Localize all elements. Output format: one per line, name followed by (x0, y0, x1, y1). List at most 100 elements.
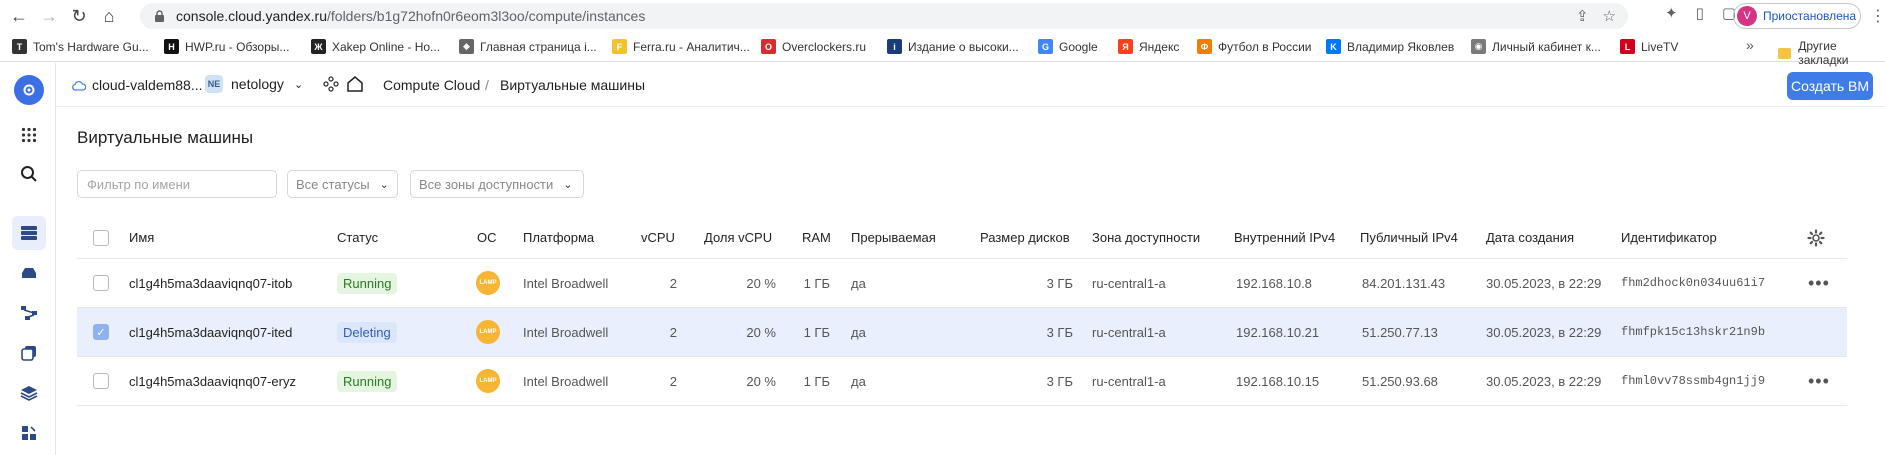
star-icon[interactable]: ☆ (1603, 7, 1616, 25)
vcpu-share-cell: 20 % (746, 275, 776, 291)
services-grid-icon[interactable] (12, 118, 46, 152)
share-icon[interactable]: ⇪ (1576, 7, 1589, 25)
row-checkbox[interactable] (93, 275, 109, 291)
address-bar[interactable]: console.cloud.yandex.ru/folders/b1g72hof… (140, 3, 1628, 29)
folder-badge: NE (205, 75, 223, 93)
extensions-icon[interactable]: ✦ (1665, 4, 1678, 22)
vm-name-link[interactable]: cl1g4h5ma3daaviqnq07-ited (129, 308, 292, 356)
col-ipv4-public[interactable]: Публичный IPv4 (1360, 217, 1458, 258)
layers-icon[interactable] (12, 376, 46, 410)
table-settings-icon[interactable] (1807, 217, 1825, 258)
bookmark-item[interactable]: Ж Xakep Online - Но... (311, 39, 440, 54)
disks-icon[interactable] (12, 256, 46, 290)
bookmark-item[interactable]: Я Яндекс (1118, 39, 1179, 54)
bookmark-item[interactable]: Ф Футбол в России (1197, 39, 1312, 54)
col-os[interactable]: ОС (477, 217, 497, 258)
row-menu-icon[interactable]: ••• (1808, 357, 1830, 405)
table-row[interactable]: cl1g4h5ma3daaviqnq07-eryz Running LAMP Inte… (77, 357, 1847, 406)
status-badge: Running (337, 370, 398, 392)
bookmark-item[interactable]: i Издание о высоки... (887, 39, 1019, 54)
bookmark-item[interactable]: F Ferra.ru - Аналитич... (612, 39, 750, 54)
create-vm-button[interactable]: Создать ВМ (1787, 72, 1873, 100)
browser-menu-icon[interactable]: ⋮ (1870, 6, 1885, 26)
disk-cell: 3 ГБ (1046, 324, 1073, 340)
bookmark-label: Футбол в России (1218, 39, 1312, 54)
col-ram[interactable]: RAM (802, 217, 831, 258)
row-menu-icon[interactable]: ••• (1808, 259, 1830, 307)
service-switch-icon[interactable] (323, 76, 339, 92)
col-disk[interactable]: Размер дисков (980, 217, 1070, 258)
status-badge: Deleting (337, 321, 397, 343)
tom-icon: T (12, 39, 27, 54)
table-row[interactable]: cl1g4h5ma3daaviqnq07-itob Running LAMP Inte… (77, 259, 1847, 308)
zone-cell: ru-central1-a (1092, 373, 1166, 389)
xakep-icon: Ж (311, 39, 326, 54)
ferra-icon: F (612, 39, 627, 54)
profile-label: Приостановлена (1763, 9, 1857, 23)
row-checkbox[interactable] (93, 373, 109, 389)
back-icon[interactable]: ← (6, 3, 32, 29)
select-all-checkbox[interactable] (93, 229, 109, 246)
status-select[interactable]: Все статусы ⌄ (287, 170, 398, 198)
bookmark-item[interactable]: O Overclockers.ru (761, 39, 866, 54)
bookmark-item[interactable]: K Владимир Яковлев (1326, 39, 1454, 54)
search-icon[interactable] (12, 157, 46, 191)
bookmark-item[interactable]: H HWP.ru - Обзоры... (164, 39, 289, 54)
bookmark-label: HWP.ru - Обзоры... (185, 39, 290, 54)
home-breadcrumb-icon[interactable] (346, 75, 364, 92)
created-cell: 30.05.2023, в 22:29 (1486, 324, 1602, 340)
vcpu-cell: 2 (669, 373, 677, 389)
bookmark-item[interactable]: T Tom's Hardware Gu... (12, 39, 149, 54)
vm-name-link[interactable]: cl1g4h5ma3daaviqnq07-eryz (129, 357, 296, 405)
vk-icon: K (1326, 39, 1341, 54)
col-vcpu[interactable]: vCPU (641, 217, 675, 258)
col-status[interactable]: Статус (337, 217, 378, 258)
col-name[interactable]: Имя (129, 217, 154, 258)
lamp-os-icon: LAMP (476, 369, 500, 393)
table-body: cl1g4h5ma3daaviqnq07-itob Running LAMP Inte… (77, 259, 1847, 406)
snapshots-icon[interactable] (12, 336, 46, 370)
vm-name-link[interactable]: cl1g4h5ma3daaviqnq07-itob (129, 259, 292, 307)
football-icon: Ф (1197, 39, 1212, 54)
gear-logo-icon (14, 75, 44, 105)
bookmark-label: Главная страница i... (480, 39, 597, 54)
avatar: V (1737, 6, 1757, 26)
col-platform[interactable]: Платформа (523, 217, 594, 258)
chevron-down-icon: ⌄ (379, 178, 389, 191)
reload-icon[interactable]: ↻ (66, 3, 92, 29)
col-preemptible[interactable]: Прерываемая (851, 217, 936, 258)
network-icon[interactable] (12, 296, 46, 330)
col-zone[interactable]: Зона доступности (1092, 217, 1200, 258)
table-row[interactable]: ✓ cl1g4h5ma3daaviqnq07-ited Deleting LAMP In… (77, 308, 1847, 357)
cloud-selector[interactable]: cloud-valdem88... (71, 77, 203, 93)
sidepanel-icon[interactable]: ▯ (1696, 4, 1704, 22)
bookmark-item[interactable]: ◆ Главная страница i... (459, 39, 597, 54)
breadcrumb-service[interactable]: Compute Cloud (383, 77, 480, 93)
marketplace-icon[interactable] (12, 416, 46, 450)
folder-selector[interactable]: NE netology ⌄ (205, 75, 303, 93)
forward-icon[interactable]: → (36, 3, 62, 29)
home-icon[interactable]: ⌂ (96, 3, 122, 29)
browser-toolbar: ← → ↻ ⌂ console.cloud.yandex.ru/folders/… (0, 0, 1885, 32)
console-logo[interactable] (12, 73, 46, 107)
bookmark-label: Xakep Online - Но... (332, 39, 441, 54)
vcpu-cell: 2 (669, 324, 677, 340)
bookmark-item[interactable]: L LiveTV (1620, 39, 1678, 54)
bookmark-item[interactable]: ◉ Личный кабинет к... (1471, 39, 1601, 54)
ipv4-internal-cell: 192.168.10.21 (1236, 324, 1320, 340)
vm-id-cell: fhm2dhock0n034uu61i7 (1621, 276, 1766, 290)
row-checkbox[interactable]: ✓ (93, 324, 109, 340)
console-header: cloud-valdem88... NE netology ⌄ Compute … (57, 63, 1885, 107)
col-ipv4-internal[interactable]: Внутренний IPv4 (1234, 217, 1335, 258)
col-id[interactable]: Идентификатор (1621, 217, 1717, 258)
preemptible-cell: да (851, 275, 866, 291)
col-created[interactable]: Дата создания (1486, 217, 1574, 258)
zone-select[interactable]: Все зоны доступности ⌄ (410, 170, 584, 198)
name-filter-input[interactable] (77, 170, 277, 198)
bookmarks-more-icon[interactable]: » (1746, 37, 1754, 53)
profile-button[interactable]: V Приостановлена (1733, 3, 1861, 29)
vm-list-icon[interactable] (12, 216, 46, 250)
bookmark-item[interactable]: G Google (1038, 39, 1098, 54)
col-vcpu-share[interactable]: Доля vCPU (704, 217, 772, 258)
vcpu-share-cell: 20 % (746, 373, 776, 389)
